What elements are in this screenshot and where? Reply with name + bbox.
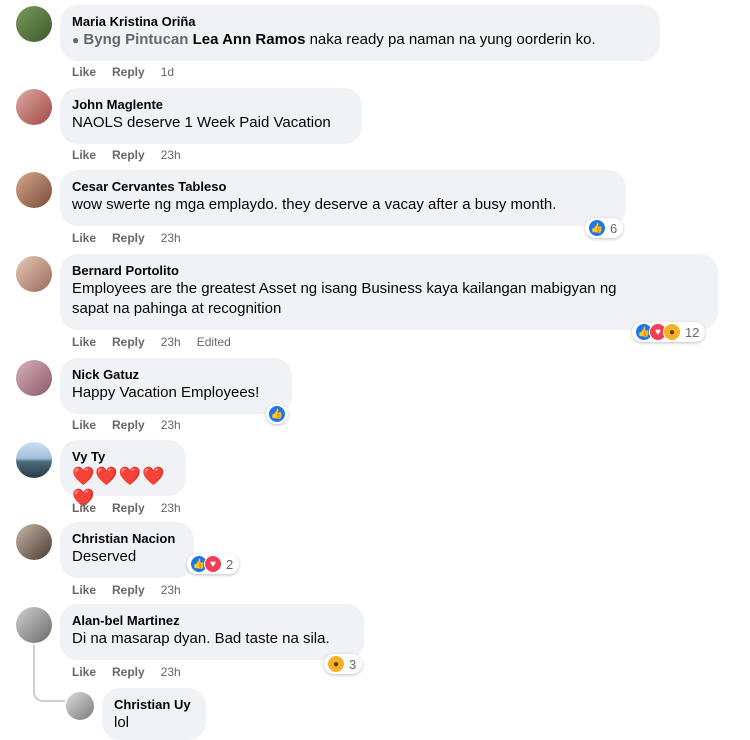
mention-link[interactable]: Byng Pintucan [83, 31, 188, 48]
reply-button[interactable]: Reply [112, 231, 145, 245]
timestamp[interactable]: 1d [161, 65, 174, 79]
like-button[interactable]: Like [72, 231, 96, 245]
comment-actions: Like Reply 23h [72, 664, 197, 680]
reaction-summary[interactable]: ● 3 [324, 654, 363, 674]
timestamp[interactable]: 23h [161, 335, 181, 349]
like-button[interactable]: Like [72, 583, 96, 597]
reply-button[interactable]: Reply [112, 418, 145, 432]
avatar[interactable] [16, 607, 52, 643]
like-reaction-icon: 👍 [268, 405, 286, 423]
avatar[interactable] [16, 172, 52, 208]
reaction-summary[interactable]: 👍 ♥ ● 12 [632, 322, 706, 342]
comment-text: Happy Vacation Employees! [72, 384, 260, 401]
comment-bubble: John Maglente NAOLS deserve 1 Week Paid … [60, 88, 362, 144]
avatar[interactable] [16, 442, 52, 478]
timestamp[interactable]: 23h [161, 583, 181, 597]
comment-text: NAOLS deserve 1 Week Paid Vacation [72, 114, 331, 131]
comment-bubble: Vy Ty ❤️❤️❤️❤️❤️ [60, 440, 186, 508]
comment-bubble: Maria Kristina Oriña ● Byng Pintucan Lea… [60, 5, 660, 61]
mention-link[interactable]: Lea Ann Ramos [193, 31, 306, 48]
avatar[interactable] [16, 6, 52, 42]
like-button[interactable]: Like [72, 335, 96, 349]
comment-actions: Like Reply 23h [72, 147, 197, 163]
comment-text-line: Employees are the greatest Asset ng isan… [72, 280, 617, 297]
author-name[interactable]: John Maglente [72, 96, 350, 113]
reaction-count: 2 [226, 556, 234, 572]
timestamp[interactable]: 23h [161, 418, 181, 432]
like-button[interactable]: Like [72, 418, 96, 432]
avatar[interactable] [66, 692, 94, 720]
avatar[interactable] [16, 360, 52, 396]
comment-bubble: Alan-bel Martinez Di na masarap dyan. Ba… [60, 604, 364, 660]
comment-actions: Like Reply 23h [72, 417, 197, 433]
comment-actions: Like Reply 23h Edited [72, 334, 247, 350]
comment-actions: Like Reply 23h [72, 500, 197, 516]
timestamp[interactable]: 23h [161, 231, 181, 245]
author-name[interactable]: Maria Kristina Oriña [72, 13, 648, 30]
author-name[interactable]: Cesar Cervantes Tableso [72, 178, 614, 195]
haha-reaction-icon: ● [327, 655, 345, 673]
wow-reaction-icon: ● [663, 323, 681, 341]
comment-text: ● Byng Pintucan Lea Ann Ramos naka ready… [72, 31, 596, 48]
reply-button[interactable]: Reply [112, 583, 145, 597]
comment-text: wow swerte ng mga emplaydo. they deserve… [72, 196, 557, 213]
comment-actions: Like Reply 23h [72, 582, 197, 598]
reaction-count: 12 [685, 324, 700, 340]
reaction-summary[interactable]: 👍 [266, 404, 288, 424]
comment-text: Deserved [72, 548, 137, 565]
like-button[interactable]: Like [72, 501, 96, 515]
comment-bubble: Christian Nacion Deserved [60, 522, 194, 578]
mention-icon: ● [72, 33, 80, 47]
thread-line [33, 645, 35, 685]
timestamp[interactable]: 23h [161, 501, 181, 515]
avatar[interactable] [16, 524, 52, 560]
comment-bubble: Christian Uy lol [102, 688, 206, 740]
comment-actions: Like Reply 1d [72, 64, 190, 80]
comment-bubble: Nick Gatuz Happy Vacation Employees! [60, 358, 292, 414]
comment-actions: Like Reply 23h [72, 230, 197, 246]
reply-button[interactable]: Reply [112, 665, 145, 679]
like-button[interactable]: Like [72, 148, 96, 162]
comment-text: lol [114, 714, 130, 731]
reaction-summary[interactable]: 👍 ♥ 2 [187, 554, 240, 574]
reply-button[interactable]: Reply [112, 335, 145, 349]
comment-text-line: sapat na pahinga at recognition [72, 300, 282, 317]
author-name[interactable]: Christian Nacion [72, 530, 182, 547]
like-reaction-icon: 👍 [588, 219, 606, 237]
reaction-summary[interactable]: 👍 6 [585, 218, 624, 238]
timestamp[interactable]: 23h [161, 665, 181, 679]
reply-button[interactable]: Reply [112, 501, 145, 515]
avatar[interactable] [16, 256, 52, 292]
author-name[interactable]: Nick Gatuz [72, 366, 280, 383]
love-reaction-icon: ♥ [204, 555, 222, 573]
thread-connector [33, 684, 65, 702]
author-name[interactable]: Alan-bel Martinez [72, 612, 352, 629]
reaction-count: 6 [610, 220, 618, 236]
like-button[interactable]: Like [72, 65, 96, 79]
author-name[interactable]: Bernard Portolito [72, 262, 706, 279]
comment-bubble: Cesar Cervantes Tableso wow swerte ng mg… [60, 170, 626, 226]
comment-bubble: Bernard Portolito Employees are the grea… [60, 254, 718, 330]
comment-text: Di na masarap dyan. Bad taste na sila. [72, 630, 330, 647]
like-button[interactable]: Like [72, 665, 96, 679]
timestamp[interactable]: 23h [161, 148, 181, 162]
reply-button[interactable]: Reply [112, 148, 145, 162]
avatar[interactable] [16, 89, 52, 125]
reaction-count: 3 [349, 656, 357, 672]
reply-button[interactable]: Reply [112, 65, 145, 79]
edited-label: Edited [196, 335, 231, 349]
author-name[interactable]: Vy Ty [72, 448, 174, 465]
author-name[interactable]: Christian Uy [114, 696, 194, 713]
